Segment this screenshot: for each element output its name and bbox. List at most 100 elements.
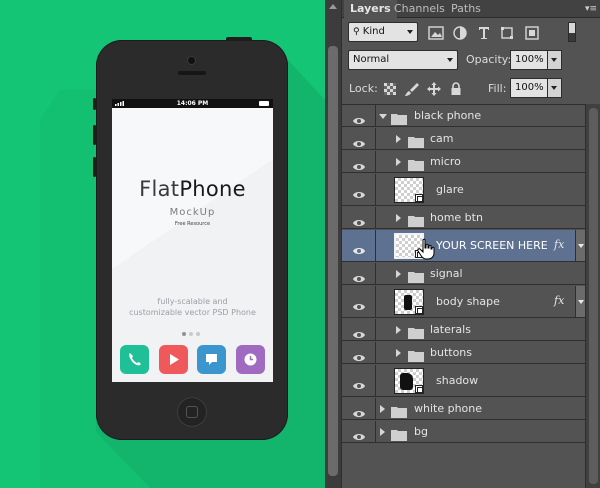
layer-group-micro[interactable]: micro [342,151,585,173]
eye-icon[interactable] [352,185,366,198]
scroll-up-arrow-icon[interactable] [329,4,337,9]
lock-image-pixels-brush-icon[interactable] [404,81,420,97]
layer-effects-icon[interactable]: fx [554,238,564,251]
filter-toggle-knob [569,23,575,33]
layer-group-signal[interactable]: signal [342,263,585,285]
eye-icon[interactable] [352,111,366,124]
smart-object-icon [415,194,423,202]
layer-body-shape[interactable]: body shape fx [342,286,585,318]
eye-icon[interactable] [352,325,366,338]
app-messages [197,345,227,374]
page-dot [182,332,186,336]
folder-icon [408,324,424,339]
layer-effects-icon[interactable]: fx [554,294,564,307]
tab-paths[interactable]: Paths [445,0,487,18]
folder-icon [408,268,424,283]
earpiece-speaker [178,71,206,75]
visibility-toggle[interactable] [342,365,376,396]
visibility-toggle[interactable] [342,207,376,228]
opacity-slider-button[interactable] [548,50,562,70]
title-flat: Flat [139,177,180,201]
filter-smart-object-icon[interactable] [524,25,540,40]
visibility-toggle[interactable] [342,151,376,172]
fill-slider-button[interactable] [548,78,562,98]
eye-icon[interactable] [352,297,366,310]
eye-icon[interactable] [352,348,366,361]
blend-mode-dropdown[interactable]: Normal [348,50,458,70]
fill-input[interactable]: 100% [510,78,548,98]
canvas-vertical-scrollbar[interactable] [325,0,341,488]
visibility-toggle[interactable] [342,398,376,419]
opacity-input[interactable]: 100% [510,50,548,70]
opacity-label: Opacity: [466,53,512,66]
eye-icon[interactable] [352,157,366,170]
expand-arrow-right-icon[interactable] [396,349,401,357]
visibility-toggle[interactable] [342,174,376,205]
chevron-down-icon [551,86,557,90]
eye-icon[interactable] [352,241,366,254]
expand-arrow-right-icon[interactable] [396,270,401,278]
filter-type-icon[interactable] [476,25,492,39]
layer-group-white-phone[interactable]: white phone [342,398,585,420]
status-bar: 14:06 PM [112,99,273,108]
description-line-1: fully-scalable and [157,297,228,306]
visibility-toggle[interactable] [342,128,376,149]
filter-adjustment-icon[interactable] [452,25,468,40]
expand-arrow-right-icon[interactable] [380,428,385,436]
expand-arrow-right-icon[interactable] [380,405,385,413]
expand-arrow-right-icon[interactable] [396,158,401,166]
search-icon: ⚲ [353,27,360,37]
folder-icon [408,133,424,148]
layers-scrollbar[interactable] [585,104,600,488]
layer-shadow[interactable]: shadow [342,365,585,397]
eye-icon[interactable] [352,269,366,282]
expand-arrow-down-icon[interactable] [379,114,387,119]
layer-your-screen-here[interactable]: YOUR SCREEN HERE fx [342,230,585,262]
phone-screen: 14:06 PM FlatPhone MockUp Free Resource … [112,99,273,382]
layer-group-laterals[interactable]: laterals [342,319,585,341]
eye-icon[interactable] [352,213,366,226]
visibility-toggle[interactable] [342,105,376,126]
visibility-toggle[interactable] [342,286,376,317]
lock-label: Lock: [349,82,378,95]
layer-group-home-btn[interactable]: home btn [342,207,585,229]
effects-expand-button[interactable] [575,230,585,261]
visibility-toggle[interactable] [342,342,376,363]
blend-mode-value: Normal [353,54,390,65]
filter-kind-dropdown[interactable]: ⚲ Kind [348,22,418,42]
visibility-toggle[interactable] [342,230,376,261]
expand-arrow-right-icon[interactable] [396,214,401,222]
layers-scroll-thumb[interactable] [589,108,598,484]
visibility-toggle[interactable] [342,319,376,340]
visibility-toggle[interactable] [342,263,376,284]
filter-shape-icon[interactable] [500,25,516,39]
lock-transparent-pixels-icon[interactable] [382,81,398,97]
smart-object-icon [415,306,423,314]
eye-icon[interactable] [352,134,366,147]
panel-tab-bar: Layers Channels Paths ▾≡ [342,0,600,18]
expand-arrow-right-icon[interactable] [396,135,401,143]
eye-icon[interactable] [352,427,366,440]
volume-up-button [93,125,96,145]
layer-group-buttons[interactable]: buttons [342,342,585,364]
screen-glare [112,108,273,269]
lock-position-move-icon[interactable] [426,81,442,97]
lock-all-padlock-icon[interactable] [448,81,464,97]
panel-menu-icon[interactable]: ▾≡ [585,4,597,14]
effects-expand-button[interactable] [575,286,585,317]
layer-group-cam[interactable]: cam [342,128,585,150]
eye-icon[interactable] [352,404,366,417]
document-canvas[interactable]: 14:06 PM FlatPhone MockUp Free Resource … [0,0,325,488]
visibility-toggle[interactable] [342,421,376,442]
layer-glare[interactable]: glare [342,174,585,206]
canvas-scroll-thumb[interactable] [328,46,338,476]
layer-group-black-phone[interactable]: black phone [342,105,585,127]
filter-pixel-icon[interactable] [428,25,444,40]
layer-thumbnail [394,368,424,394]
eye-icon[interactable] [352,376,366,389]
filter-toggle-switch[interactable] [568,22,576,42]
folder-icon [408,347,424,362]
expand-arrow-right-icon[interactable] [396,326,401,334]
layer-group-bg[interactable]: bg [342,421,585,443]
tab-channels[interactable]: Channels [388,0,451,18]
